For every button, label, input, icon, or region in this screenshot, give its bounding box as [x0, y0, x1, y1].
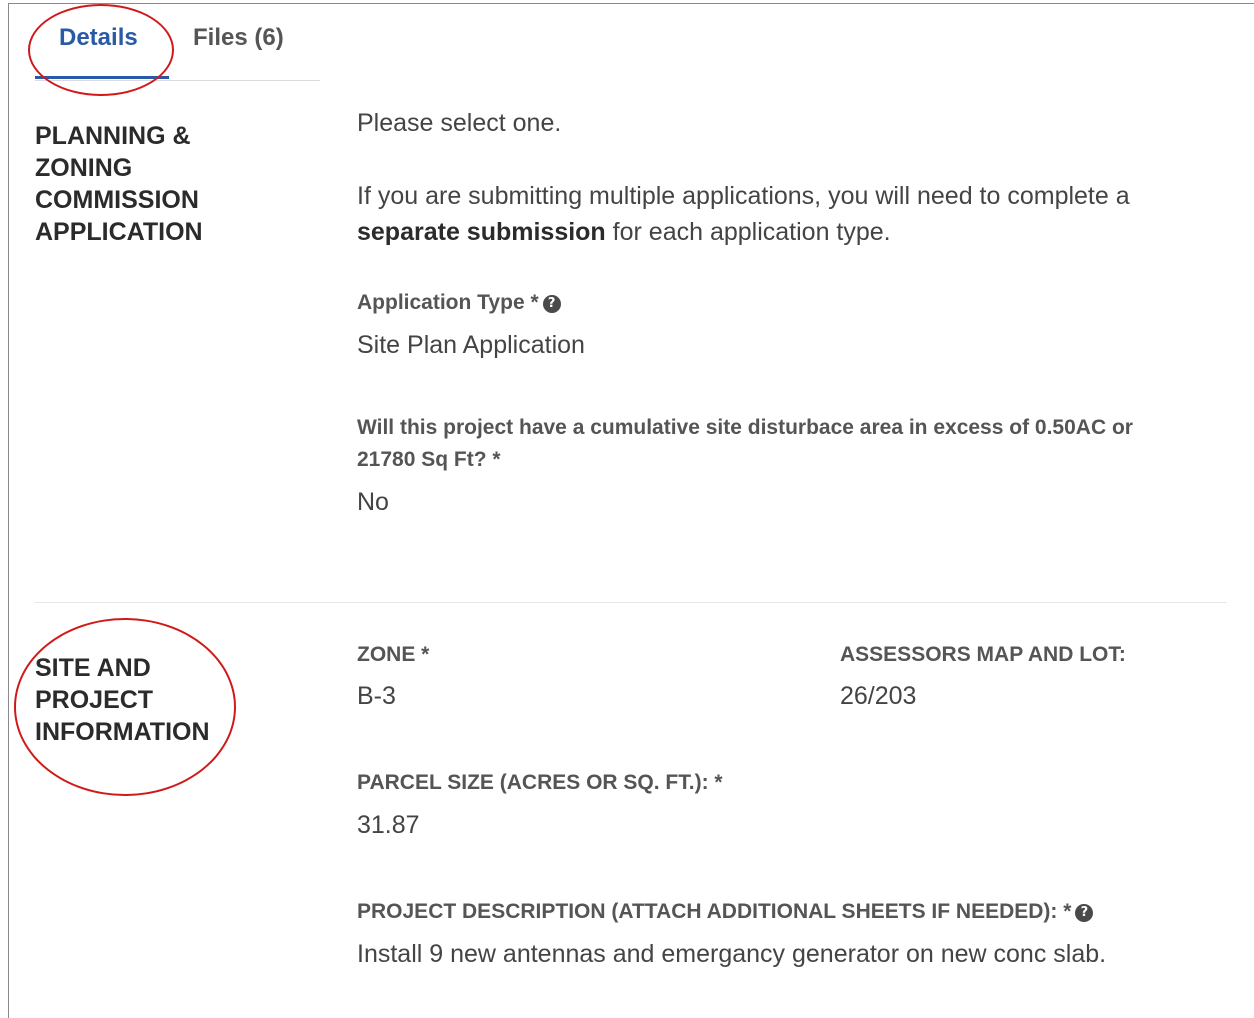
parcel-size-value: 31.87 [357, 811, 420, 839]
tab-files[interactable]: Files (6) [193, 24, 284, 52]
question-circle-icon[interactable]: ? [1075, 904, 1094, 922]
submission-note-line2: separate submission for each application… [357, 214, 891, 250]
project-description-label: PROJECT DESCRIPTION (ATTACH ADDITIONAL S… [357, 896, 1094, 928]
zone-value: B-3 [357, 682, 396, 710]
section-divider [35, 602, 1227, 603]
zone-label: ZONE * [357, 643, 430, 666]
map-lot-label: ASSESSORS MAP AND LOT: [840, 643, 1126, 666]
disturbance-label-line1: Will this project have a cumulative site… [357, 416, 1133, 439]
section-title-site-project-info: SITE AND PROJECT INFORMATION [35, 654, 210, 746]
disturbance-label-line2: 21780 Sq Ft? * [357, 448, 501, 471]
question-circle-icon[interactable]: ? [542, 295, 561, 313]
map-lot-value: 26/203 [840, 682, 917, 710]
disturbance-value: No [357, 488, 389, 516]
section-title-planning-zoning: PLANNING & ZONING COMMISSION APPLICATION [35, 122, 203, 246]
project-description-label-text: PROJECT DESCRIPTION (ATTACH ADDITIONAL S… [357, 900, 1072, 923]
submission-note-line1: If you are submitting multiple applicati… [357, 182, 1130, 210]
parcel-size-label: PARCEL SIZE (ACRES OR SQ. FT.): * [357, 771, 723, 794]
submission-note-bold: separate submission [357, 218, 606, 246]
application-type-label: Application Type *? [357, 287, 561, 319]
application-type-value: Site Plan Application [357, 331, 585, 359]
submission-note-tail: for each application type. [605, 218, 891, 246]
annotation-circle-details [28, 4, 174, 96]
intro-text: Please select one. [357, 109, 562, 137]
project-description-value: Install 9 new antennas and emergancy gen… [357, 940, 1107, 968]
application-type-label-text: Application Type * [357, 291, 539, 314]
